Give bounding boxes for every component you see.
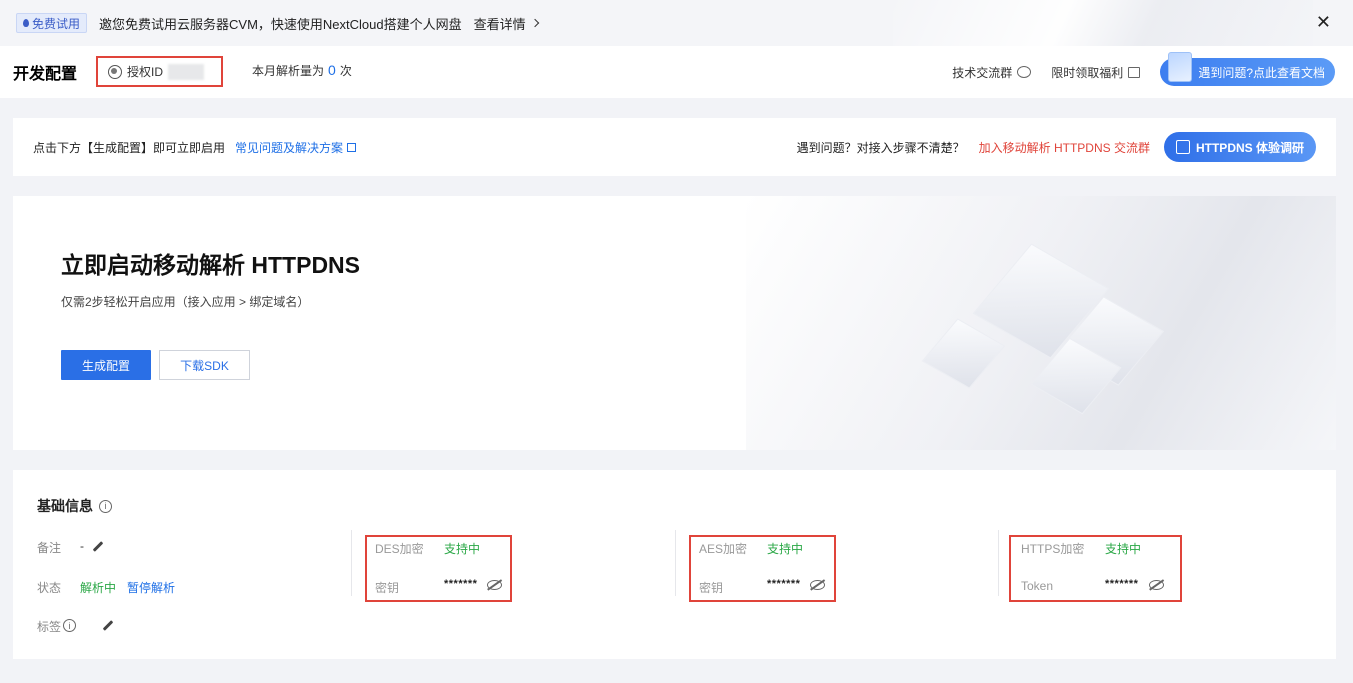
view-docs-label: 遇到问题?点此查看文档 xyxy=(1198,65,1325,80)
tech-group-link[interactable]: 技术交流群 xyxy=(952,64,1032,81)
auth-id-label: 授权ID xyxy=(127,65,164,79)
httpdns-survey-button[interactable]: HTTPDNS 体验调研 xyxy=(1163,132,1316,162)
banner-details-link[interactable]: 查看详情 xyxy=(473,14,539,33)
remark-label: 备注 xyxy=(37,541,62,555)
basic-info-title: 基础信息 i xyxy=(37,496,112,516)
hero-subtitle: 仅需2步轻松开启应用（接入应用 > 绑定域名） xyxy=(61,295,310,309)
gift-icon xyxy=(1128,66,1141,78)
aes-key-label: 密钥 xyxy=(699,581,724,595)
https-token-label: Token xyxy=(1021,579,1054,593)
free-trial-badge: 免费试用 xyxy=(16,13,88,33)
page-title: 开发配置 xyxy=(13,66,78,83)
banner-decoration xyxy=(893,0,1313,46)
chevron-right-icon xyxy=(530,18,539,28)
info-icon[interactable]: i xyxy=(99,499,112,513)
column-divider xyxy=(998,530,999,596)
tech-group-label: 技术交流群 xyxy=(952,65,1013,80)
status-label: 状态 xyxy=(37,581,62,595)
monthly-count: 0 xyxy=(328,62,336,78)
https-token-masked: ******* xyxy=(1105,578,1139,590)
info-icon[interactable]: i xyxy=(63,619,76,632)
column-divider xyxy=(675,530,676,596)
monthly-prefix: 本月解析量为 xyxy=(252,64,325,78)
close-icon[interactable]: ✕ xyxy=(1316,12,1331,32)
https-encryption-box: HTTPS加密 支持中 Token ******* xyxy=(1009,535,1182,602)
cube-shape xyxy=(921,318,1006,389)
aes-key-masked: ******* xyxy=(767,578,801,590)
hero-illustration xyxy=(746,196,1336,450)
calendar-icon xyxy=(1175,140,1190,154)
question-text: 遇到问题？对接入步骤不清楚？ xyxy=(796,140,965,155)
monthly-suffix: 次 xyxy=(339,64,352,78)
basic-info-title-text: 基础信息 xyxy=(37,498,93,514)
notice-bar: 点击下方【生成配置】即可立即启用 常见问题及解决方案 遇到问题？对接入步骤不清楚… xyxy=(13,118,1336,176)
eye-off-icon[interactable] xyxy=(1149,580,1164,590)
benefit-label: 限时领取福利 xyxy=(1051,65,1124,80)
free-trial-badge-label: 免费试用 xyxy=(32,16,81,31)
globe-icon xyxy=(108,64,122,79)
chat-icon xyxy=(1017,66,1032,78)
faq-link-label: 常见问题及解决方案 xyxy=(235,140,344,155)
des-label: DES加密 xyxy=(375,542,424,556)
aes-encryption-box: AES加密 支持中 密钥 ******* xyxy=(689,535,836,602)
httpdns-survey-label: HTTPDNS 体验调研 xyxy=(1195,140,1304,155)
des-key-label: 密钥 xyxy=(375,581,400,595)
promo-banner: 免费试用 邀您免费试用云服务器CVM，快速使用NextCloud搭建个人网盘 查… xyxy=(0,0,1353,46)
basic-info-card: 基础信息 i 备注 - 状态 解析中 暂停解析 标签 i DES加密 支持中 密… xyxy=(13,470,1336,659)
notice-actions: 遇到问题？对接入步骤不清楚？ 加入移动解析 HTTPDNS 交流群 HTTPDN… xyxy=(797,132,1316,162)
page-header: 开发配置 授权ID 本月解析量为 0 次 技术交流群 限时领取福利 遇到问题?点… xyxy=(0,46,1353,98)
remark-value: - xyxy=(80,539,84,553)
banner-details-label: 查看详情 xyxy=(473,16,526,32)
des-encryption-box: DES加密 支持中 密钥 ******* xyxy=(365,535,512,602)
hero-title: 立即启动移动解析 HTTPDNS xyxy=(61,252,360,278)
benefit-link[interactable]: 限时领取福利 xyxy=(1051,64,1141,81)
banner-text: 邀您免费试用云服务器CVM，快速使用NextCloud搭建个人网盘 xyxy=(99,16,462,32)
eye-off-icon[interactable] xyxy=(810,580,825,590)
auth-id-value-redacted xyxy=(168,63,205,80)
aes-status: 支持中 xyxy=(767,542,804,556)
https-label: HTTPS加密 xyxy=(1021,542,1085,556)
pencil-icon[interactable] xyxy=(92,541,104,552)
drop-icon xyxy=(23,19,29,27)
tags-label: 标签 xyxy=(37,620,62,634)
pencil-icon[interactable] xyxy=(102,620,114,631)
faq-link[interactable]: 常见问题及解决方案 xyxy=(235,139,357,156)
status-value: 解析中 xyxy=(80,581,117,595)
https-status: 支持中 xyxy=(1105,542,1142,556)
des-status: 支持中 xyxy=(444,542,481,556)
des-key-masked: ******* xyxy=(444,578,478,590)
eye-off-icon[interactable] xyxy=(487,580,502,590)
auth-id-box: 授权ID xyxy=(96,56,223,87)
generate-config-button[interactable]: 生成配置 xyxy=(61,350,151,380)
column-divider xyxy=(351,530,352,596)
document-icon xyxy=(1168,52,1193,82)
pause-resolution-link[interactable]: 暂停解析 xyxy=(127,579,175,596)
header-actions: 技术交流群 限时领取福利 遇到问题?点此查看文档 xyxy=(952,52,1335,86)
aes-label: AES加密 xyxy=(699,542,748,556)
download-sdk-button[interactable]: 下载SDK xyxy=(159,350,250,380)
external-link-icon xyxy=(347,142,357,152)
monthly-resolution-count: 本月解析量为 0 次 xyxy=(252,62,352,79)
notice-text: 点击下方【生成配置】即可立即启用 xyxy=(33,140,226,155)
hero-card: 立即启动移动解析 HTTPDNS 仅需2步轻松开启应用（接入应用 > 绑定域名）… xyxy=(13,196,1336,450)
join-group-link[interactable]: 加入移动解析 HTTPDNS 交流群 xyxy=(979,139,1150,156)
view-docs-button[interactable]: 遇到问题?点此查看文档 xyxy=(1160,52,1335,86)
